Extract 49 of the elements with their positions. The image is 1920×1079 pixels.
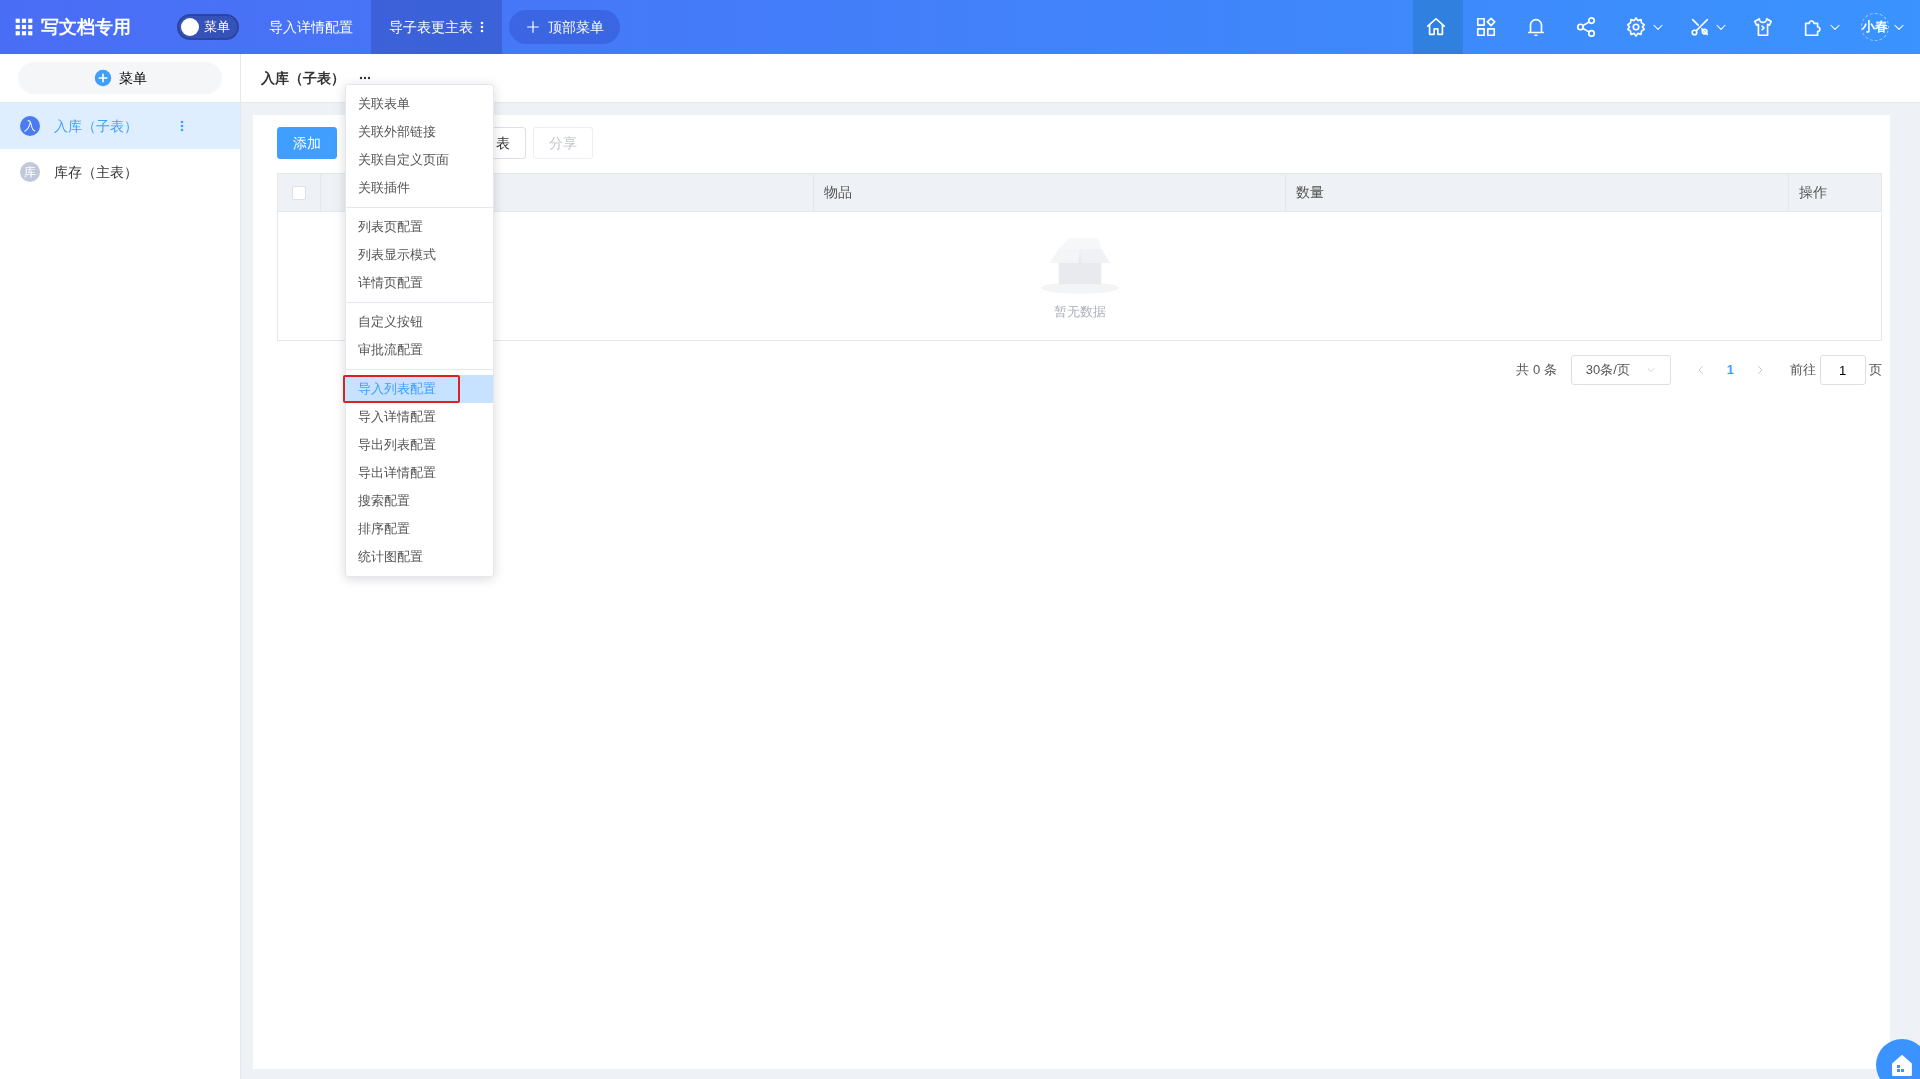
page-title: 入库（子表） [261,68,345,88]
app-title: 写文档专用 [41,15,131,39]
sidebar-item[interactable]: 入 入库（子表） [0,103,240,149]
home-icon [1425,16,1447,38]
menu-item[interactable]: 审批流配置 [346,336,493,364]
plus-icon [525,19,541,35]
more-icon[interactable] [480,20,484,34]
shirt-icon [1752,16,1774,38]
apps-grid-icon[interactable] [14,17,34,37]
plus-circle-icon [93,69,112,87]
menu-item[interactable]: 关联自定义页面 [346,146,493,174]
page-suffix: 页 [1869,361,1882,380]
menu-item[interactable]: 导出列表配置 [346,431,493,459]
sidebar-avatar: 库 [20,162,40,182]
empty-text: 暂无数据 [1053,302,1106,321]
total-count: 共 0 条 [1516,361,1557,380]
caret-icon [1645,365,1656,375]
menu-item[interactable]: 统计图配置 [346,543,493,571]
menu-item[interactable]: 搜索配置 [346,487,493,515]
goto-label: 前往 [1790,361,1816,380]
menu-item[interactable]: 列表页配置 [346,213,493,241]
menu-item[interactable]: 关联外部链接 [346,118,493,146]
menu-item[interactable]: 关联表单 [346,90,493,118]
menu-toggle[interactable]: 菜单 [177,14,239,40]
top-tab[interactable]: 导子表更主表 [371,0,502,54]
menu-item[interactable]: 详情页配置 [346,269,493,297]
page-size-select[interactable]: 30条/页 [1570,355,1671,385]
menu-item[interactable]: 自定义按钮 [346,308,493,336]
sidebar-avatar: 入 [20,116,40,136]
page-input[interactable]: 1 [1819,355,1866,385]
menu-item[interactable]: 导出详情配置 [346,459,493,487]
apps-icon [1475,16,1497,38]
column-header: 数量 [1296,183,1324,202]
add-menu-button[interactable]: 顶部菜单 [509,10,620,44]
house-icon [1890,1053,1914,1077]
menu-item[interactable]: 排序配置 [346,515,493,543]
select-all-checkbox[interactable] [292,185,306,200]
toolbar-button[interactable] [1413,0,1463,54]
column-header: 操作 [1799,183,1827,202]
top-tab[interactable]: 导入详情配置 [251,0,371,54]
share-icon [1575,16,1597,38]
bell-icon [1525,16,1547,38]
menu-item[interactable]: 列表显示模式 [346,241,493,269]
settings-icon [1625,16,1647,38]
column-header: 物品 [824,183,852,202]
wrench-screwdriver-icon [1688,16,1711,38]
menu-item[interactable]: 导入详情配置 [346,403,493,431]
add-menu-button[interactable]: 菜单 [18,62,222,94]
menu-item[interactable]: 关联插件 [346,174,493,202]
